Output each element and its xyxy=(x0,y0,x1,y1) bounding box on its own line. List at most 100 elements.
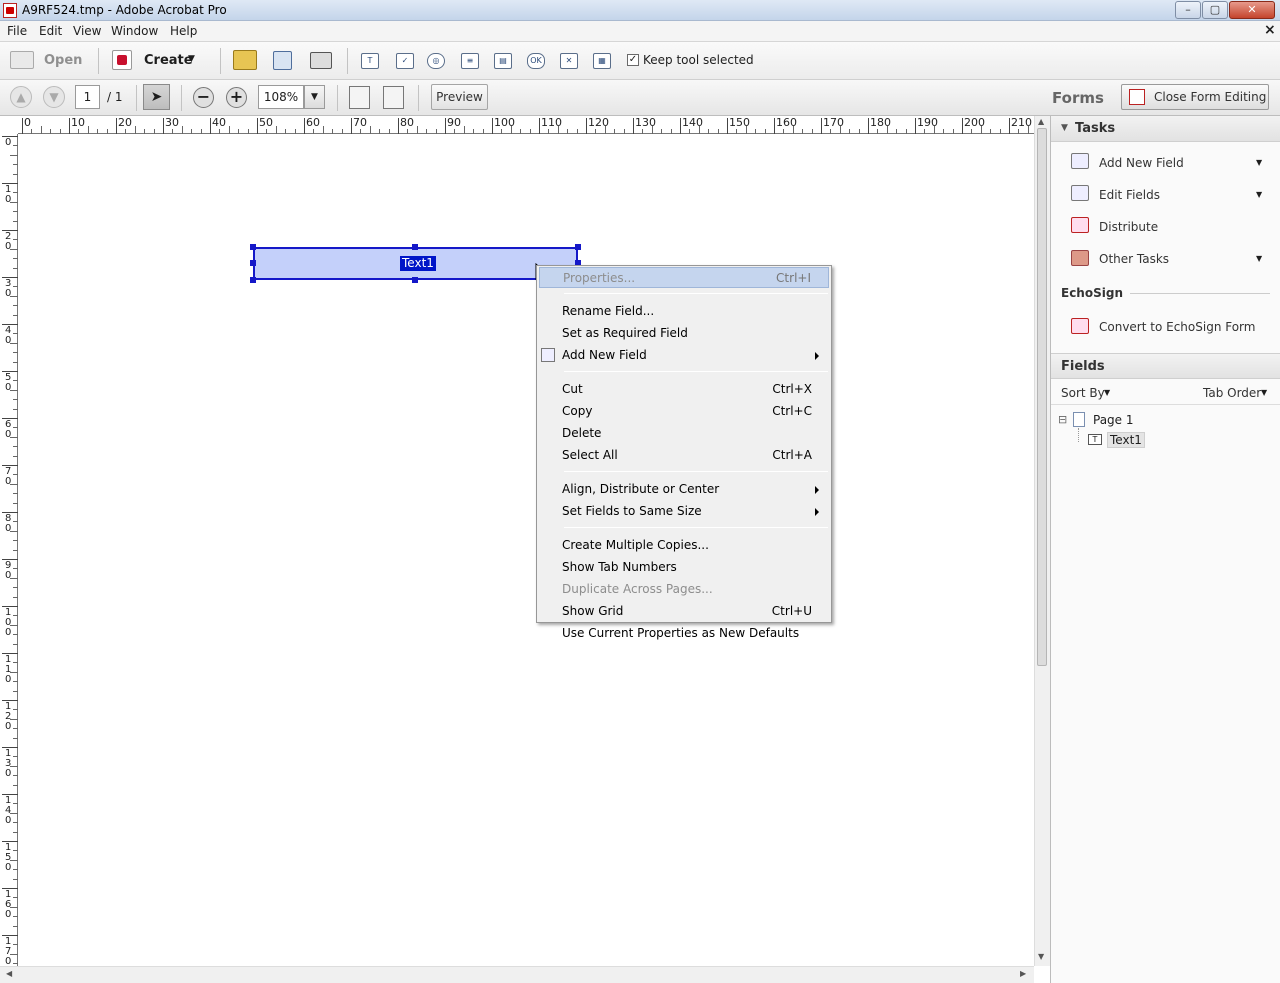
task-distribute[interactable]: Distribute xyxy=(1051,211,1280,241)
fit-page-icon[interactable] xyxy=(349,86,370,109)
task-convert-echosign[interactable]: Convert to EchoSign Form xyxy=(1051,312,1280,342)
scroll-left-icon[interactable]: ◀ xyxy=(6,969,12,978)
resize-handle[interactable] xyxy=(250,277,256,283)
menu-item-show-tab-numbers[interactable]: Show Tab Numbers xyxy=(539,557,829,578)
create-button[interactable]: Create xyxy=(144,53,193,68)
tree-collapse-icon[interactable]: ⊟ xyxy=(1058,413,1067,426)
minimize-button[interactable]: – xyxy=(1175,1,1201,19)
scroll-right-icon[interactable]: ▶ xyxy=(1020,969,1026,978)
resize-handle[interactable] xyxy=(250,260,256,266)
resize-handle[interactable] xyxy=(412,277,418,283)
menu-item-rename-field[interactable]: Rename Field... xyxy=(539,301,829,322)
page-number-input[interactable]: 1 xyxy=(75,85,100,109)
context-menu: Properties... Ctrl+I Rename Field... Set as… xyxy=(536,265,832,640)
menu-edit[interactable]: Edit xyxy=(39,24,62,38)
window-close-button[interactable]: ✕ xyxy=(1229,1,1275,19)
tree-line xyxy=(1078,428,1079,442)
dropdown-arrow-icon[interactable]: ▼ xyxy=(1256,190,1262,199)
chevron-down-icon[interactable]: ▼ xyxy=(1104,388,1110,397)
menu-item-add-new-field[interactable]: Add New Field xyxy=(539,345,829,366)
fit-width-icon[interactable] xyxy=(383,86,404,109)
ruler-minor-tick xyxy=(990,129,992,134)
radio-button-tool-icon[interactable]: ◎ xyxy=(427,53,445,69)
ruler-minor-tick xyxy=(614,129,616,134)
keep-tool-checkbox[interactable]: ✓ xyxy=(627,54,639,66)
text-field-tool-icon[interactable]: T xyxy=(361,53,379,69)
scroll-down-icon[interactable]: ▼ xyxy=(1038,952,1044,961)
collapse-arrow-icon: ▼ xyxy=(1061,123,1068,133)
ruler-minor-tick xyxy=(830,129,832,134)
open-folder-icon[interactable] xyxy=(233,50,257,70)
menu-item-select-all[interactable]: Select All Ctrl+A xyxy=(539,445,829,466)
menu-item-set-fields-to-same-size[interactable]: Set Fields to Same Size xyxy=(539,501,829,522)
open-button[interactable]: Open xyxy=(44,53,82,68)
ruler-minor-tick xyxy=(802,129,804,134)
document-close-icon[interactable]: × xyxy=(1264,22,1276,38)
ruler-minor-tick xyxy=(933,126,935,134)
tasks-header[interactable]: ▼ Tasks xyxy=(1051,116,1280,142)
scrollbar-thumb[interactable] xyxy=(1037,128,1047,666)
select-tool-icon[interactable]: ➤ xyxy=(143,84,170,110)
tab-order-button[interactable]: Tab Order xyxy=(1203,386,1261,400)
ruler-tick-label: 170 xyxy=(823,116,844,129)
tree-item-text1[interactable]: Text1 xyxy=(1107,432,1145,448)
signature-tool-icon[interactable]: ✕ xyxy=(560,53,578,69)
menu-item-copy[interactable]: Copy Ctrl+C xyxy=(539,401,829,422)
zoom-out-icon[interactable]: − xyxy=(193,87,214,108)
menu-item-align-distribute-or-center[interactable]: Align, Distribute or Center xyxy=(539,479,829,500)
dropdown-tool-icon[interactable]: ▤ xyxy=(494,53,512,69)
menu-file[interactable]: File xyxy=(7,24,27,38)
zoom-input[interactable]: 108% xyxy=(258,85,304,109)
restore-button[interactable]: ▢ xyxy=(1202,1,1228,19)
task-edit-fields[interactable]: Edit Fields ▼ xyxy=(1051,179,1280,209)
chevron-down-icon[interactable]: ▼ xyxy=(1261,388,1267,397)
menu-item-show-grid[interactable]: Show Grid Ctrl+U xyxy=(539,601,829,622)
ruler-minor-tick xyxy=(13,850,18,852)
menu-item-create-multiple-copies[interactable]: Create Multiple Copies... xyxy=(539,535,829,556)
next-page-icon[interactable]: ▼ xyxy=(43,86,65,108)
field-name-label: Text1 xyxy=(400,256,436,271)
menu-item-cut[interactable]: Cut Ctrl+X xyxy=(539,379,829,400)
ruler-tick-label: 0 xyxy=(5,815,12,826)
vertical-scrollbar[interactable]: ▲ ▼ xyxy=(1034,116,1050,966)
menu-item-properties[interactable]: Properties... Ctrl+I xyxy=(539,267,829,288)
task-add-new-field[interactable]: Add New Field ▼ xyxy=(1051,147,1280,177)
menu-help[interactable]: Help xyxy=(170,24,197,38)
menu-view[interactable]: View xyxy=(73,24,101,38)
dropdown-arrow-icon[interactable]: ▼ xyxy=(1256,254,1262,263)
ruler-tick-label: 130 xyxy=(635,116,656,129)
zoom-in-icon[interactable]: + xyxy=(226,87,247,108)
menu-window[interactable]: Window xyxy=(111,24,158,38)
menu-item-delete[interactable]: Delete xyxy=(539,423,829,444)
main-toolbar: Open Create ▼ T ✓ ◎ ≡ ▤ OK ✕ ▦ ✓ Keep to… xyxy=(0,42,1280,80)
chevron-down-icon[interactable]: ▼ xyxy=(188,54,195,64)
barcode-tool-icon[interactable]: ▦ xyxy=(593,53,611,69)
save-icon[interactable] xyxy=(273,51,292,70)
previous-page-icon[interactable]: ▲ xyxy=(10,86,32,108)
tree-item-page1[interactable]: Page 1 xyxy=(1093,413,1134,427)
ruler-tick-label: 180 xyxy=(870,116,891,129)
title-bar[interactable]: A9RF524.tmp - Adobe Acrobat Pro – ▢ ✕ xyxy=(0,0,1280,21)
zoom-dropdown-icon[interactable]: ▼ xyxy=(304,85,325,109)
dropdown-arrow-icon[interactable]: ▼ xyxy=(1256,158,1262,167)
preview-button[interactable]: Preview xyxy=(431,84,488,110)
menu-item-set-as-required-field[interactable]: Set as Required Field xyxy=(539,323,829,344)
print-icon[interactable] xyxy=(310,52,332,69)
resize-handle[interactable] xyxy=(575,244,581,250)
ruler-minor-tick xyxy=(755,129,757,134)
horizontal-scrollbar[interactable]: ◀ ▶ xyxy=(0,966,1034,983)
submenu-arrow-icon xyxy=(815,486,819,494)
sort-by-button[interactable]: Sort By xyxy=(1061,386,1105,400)
resize-handle[interactable] xyxy=(412,244,418,250)
menu-item-use-current-properties-as-new-defaults[interactable]: Use Current Properties as New Defaults xyxy=(539,623,829,644)
list-box-tool-icon[interactable]: ≡ xyxy=(461,53,479,69)
scroll-up-icon[interactable]: ▲ xyxy=(1038,117,1044,126)
menu-item-label: Duplicate Across Pages... xyxy=(562,582,713,596)
task-other-tasks[interactable]: Other Tasks ▼ xyxy=(1051,243,1280,273)
resize-handle[interactable] xyxy=(250,244,256,250)
close-form-editing-button[interactable]: Close Form Editing xyxy=(1121,84,1269,110)
button-tool-icon[interactable]: OK xyxy=(527,53,545,69)
checkbox-tool-icon[interactable]: ✓ xyxy=(396,53,414,69)
ruler-tick-label: 0 xyxy=(5,137,12,148)
menu-item-label: Rename Field... xyxy=(562,304,655,318)
